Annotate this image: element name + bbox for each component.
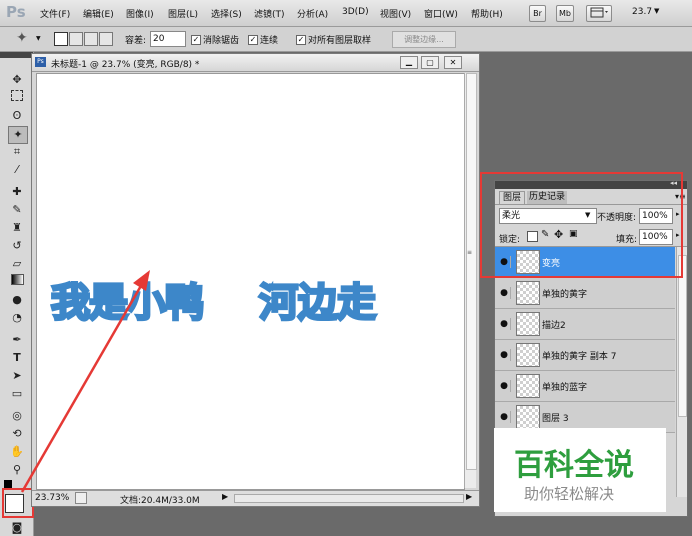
watermark-title: 百科全说 (514, 448, 634, 483)
watermark: 百科全说 助你轻松解决 (494, 428, 666, 512)
watermark-subtitle: 助你轻松解决 (524, 485, 615, 503)
